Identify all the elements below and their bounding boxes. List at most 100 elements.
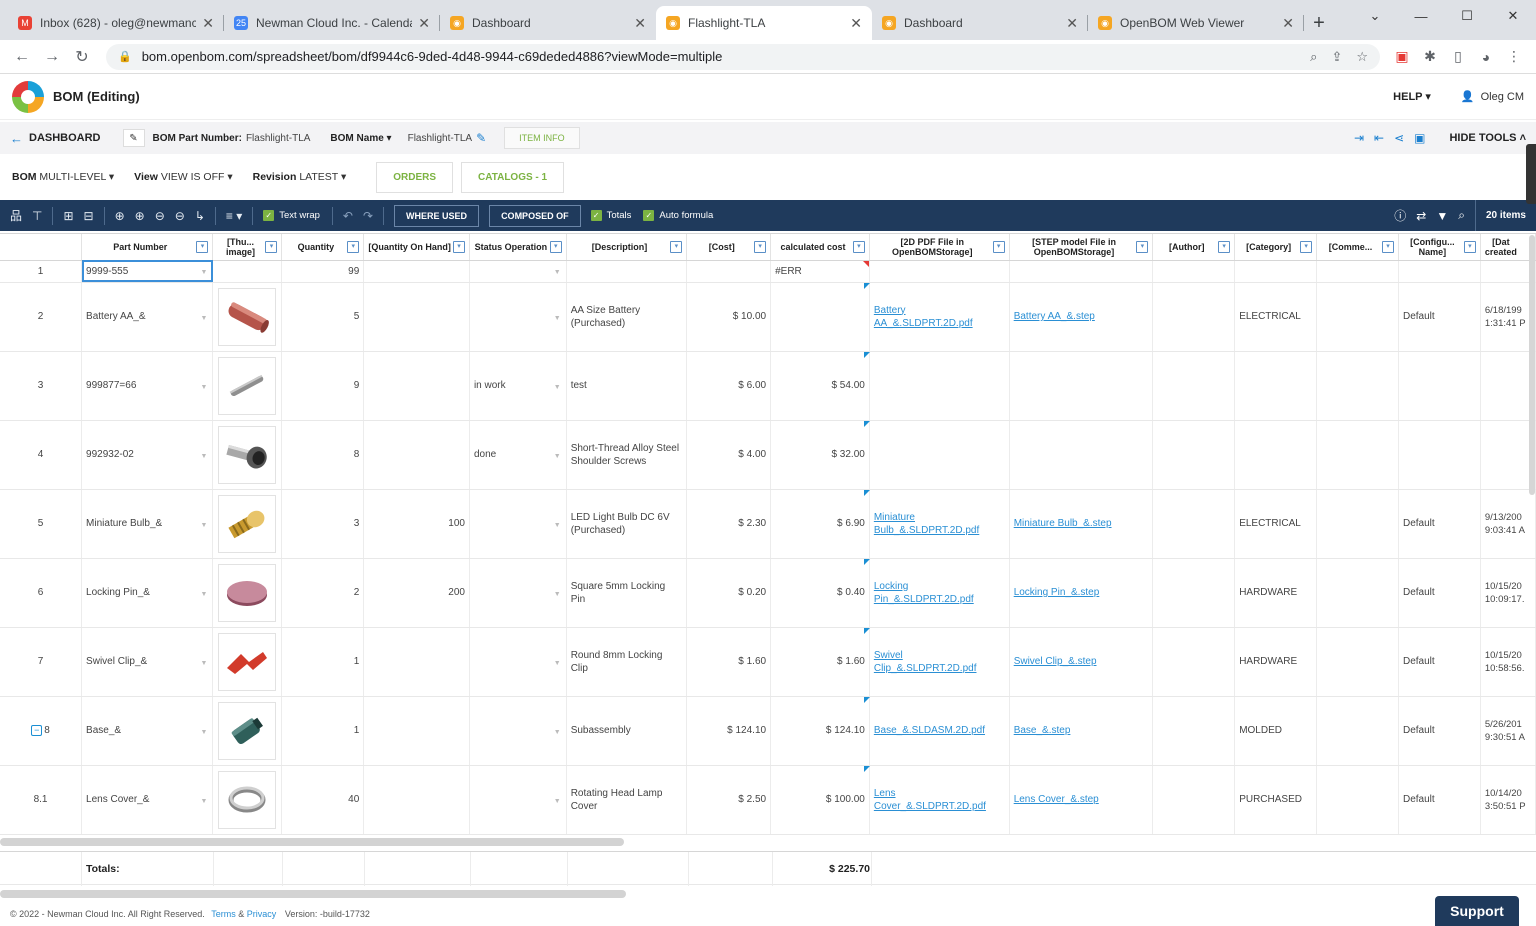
step-file-link[interactable]: Miniature Bulb_&.step xyxy=(1009,489,1154,559)
row-index-cell[interactable]: −8 xyxy=(0,696,83,766)
category-cell[interactable]: HARDWARE xyxy=(1234,558,1318,628)
pdf-file-link[interactable]: Miniature Bulb_&.SLDPRT.2D.pdf xyxy=(863,489,1010,559)
tab-search-icon[interactable]: ⌄ xyxy=(1352,4,1398,28)
dashboard-link[interactable]: DASHBOARD xyxy=(29,132,101,144)
thumbnail-cell[interactable] xyxy=(212,420,283,490)
composed-of-button[interactable]: COMPOSED OF xyxy=(489,204,581,227)
pdf-file-link[interactable]: Swivel Clip_&.SLDPRT.2D.pdf xyxy=(863,627,1010,697)
table-row[interactable]: 3 999877=66 ▼ 9 in work ▼ test $ 6.00 $ 54.00 xyxy=(0,351,1536,421)
description-cell[interactable]: Round 8mm Locking Clip xyxy=(566,627,688,697)
share-icon[interactable]: ⋖ xyxy=(1394,131,1404,145)
comments-cell[interactable] xyxy=(1316,420,1399,490)
column-header[interactable]: [2D PDF File in OpenBOMStorage] ▾ xyxy=(869,234,1010,261)
step-file-link[interactable]: Locking Pin_&.step xyxy=(1009,558,1154,628)
dropdown-arrow-icon[interactable]: ▼ xyxy=(201,381,208,394)
dropdown-arrow-icon[interactable]: ▼ xyxy=(554,450,561,463)
quantity-cell[interactable]: 2 xyxy=(281,558,365,628)
dropdown-arrow-icon[interactable]: ▼ xyxy=(554,266,561,279)
quantity-cell[interactable]: 9 xyxy=(281,351,365,421)
column-filter-icon[interactable]: ▾ xyxy=(265,241,278,253)
category-cell[interactable]: ELECTRICAL xyxy=(1234,489,1318,559)
category-cell[interactable]: PURCHASED xyxy=(1234,765,1318,835)
auto-formula-checkbox[interactable]: ✓ Auto formula xyxy=(643,210,713,221)
column-filter-icon[interactable]: ▾ xyxy=(196,241,209,253)
column-header[interactable]: [Configu... Name] ▾ xyxy=(1398,234,1481,261)
cost-cell[interactable] xyxy=(686,260,772,283)
configuration-cell[interactable] xyxy=(1398,420,1481,490)
category-cell[interactable] xyxy=(1234,351,1318,421)
column-header[interactable]: [Author] ▾ xyxy=(1152,234,1236,261)
dropdown-arrow-icon[interactable]: ▼ xyxy=(201,266,208,279)
description-cell[interactable]: test xyxy=(566,351,688,421)
author-cell[interactable] xyxy=(1152,696,1236,766)
part-number-cell[interactable]: Locking Pin_& ▼ xyxy=(81,558,214,628)
tab-close-icon[interactable]: ✕ xyxy=(1282,15,1294,32)
cost-cell[interactable]: $ 10.00 xyxy=(686,282,772,352)
redo-icon[interactable]: ↷ xyxy=(363,209,373,223)
dropdown-arrow-icon[interactable]: ▼ xyxy=(201,450,208,463)
table-row[interactable]: 5 Miniature Bulb_& ▼ 3 100 ▼ LED Light Bulb DC… xyxy=(0,489,1536,559)
tab-close-icon[interactable]: ✕ xyxy=(850,15,862,32)
step-file-link[interactable]: Base_&.step xyxy=(1009,696,1154,766)
url-input[interactable]: 🔒 bom.openbom.com/spreadsheet/bom/df9944… xyxy=(106,43,1380,70)
cost-cell[interactable]: $ 6.00 xyxy=(686,351,772,421)
status-cell[interactable]: ▼ xyxy=(469,282,567,352)
column-header[interactable]: Status Operation ▾ xyxy=(469,234,567,261)
configuration-cell[interactable] xyxy=(1398,260,1481,283)
cost-cell[interactable]: $ 1.60 xyxy=(686,627,772,697)
tab-close-icon[interactable]: ✕ xyxy=(202,15,214,32)
part-thumbnail-image[interactable] xyxy=(218,632,277,691)
step-file-link[interactable]: Swivel Clip_&.step xyxy=(1009,627,1154,697)
dropdown-arrow-icon[interactable]: ▼ xyxy=(201,726,208,739)
status-cell[interactable]: ▼ xyxy=(469,489,567,559)
filter-icon[interactable]: ▼ xyxy=(1436,209,1448,223)
column-filter-icon[interactable]: ▾ xyxy=(1381,241,1394,253)
share-icon[interactable]: ⇪ xyxy=(1331,49,1342,65)
quantity-on-hand-cell[interactable]: 200 xyxy=(363,558,470,628)
privacy-link[interactable]: Privacy xyxy=(247,909,277,919)
revision-dropdown[interactable]: Revision LATEST ▾ xyxy=(253,171,347,183)
dropdown-arrow-icon[interactable]: ▼ xyxy=(201,657,208,670)
column-filter-icon[interactable]: ▾ xyxy=(549,241,562,253)
new-tab-button[interactable]: + xyxy=(1304,6,1334,40)
tree-view-icon[interactable]: 品 xyxy=(10,207,22,224)
info-icon[interactable]: ⓘ xyxy=(1394,207,1406,224)
step-file-link[interactable]: Lens Cover_&.step xyxy=(1009,765,1154,835)
column-filter-icon[interactable]: ▾ xyxy=(670,241,683,253)
part-number-cell[interactable]: Swivel Clip_& ▼ xyxy=(81,627,214,697)
quantity-on-hand-cell[interactable] xyxy=(363,351,470,421)
column-header[interactable]: [Category] ▾ xyxy=(1234,234,1318,261)
browser-tab[interactable]: ◉ Dashboard ✕ xyxy=(872,6,1088,40)
quantity-cell[interactable]: 8 xyxy=(281,420,365,490)
tab-close-icon[interactable]: ✕ xyxy=(1066,15,1078,32)
thumbnail-cell[interactable] xyxy=(212,351,283,421)
table-row[interactable]: −8 Base_& ▼ 1 ▼ Subassembly $ 124.10 $ 124.10 Ba… xyxy=(0,696,1536,766)
pdf-file-link[interactable] xyxy=(863,351,1010,421)
pdf-file-link[interactable] xyxy=(863,420,1010,490)
pdf-file-link[interactable]: Locking Pin_&.SLDPRT.2D.pdf xyxy=(863,558,1010,628)
comments-cell[interactable] xyxy=(1316,765,1399,835)
description-cell[interactable]: AA Size Battery (Purchased) xyxy=(566,282,688,352)
dropdown-arrow-icon[interactable]: ▼ xyxy=(201,519,208,532)
save-icon[interactable]: ▣ xyxy=(1414,131,1425,145)
maximize-icon[interactable]: ☐ xyxy=(1444,4,1490,28)
quantity-on-hand-cell[interactable] xyxy=(363,282,470,352)
import-icon[interactable]: ⇥ xyxy=(1354,131,1364,145)
pdf-file-link[interactable] xyxy=(869,260,1010,283)
browser-tab[interactable]: 25 Newman Cloud Inc. - Calendar - ✕ xyxy=(224,6,440,40)
thumbnail-cell[interactable] xyxy=(212,489,283,559)
horizontal-scrollbar-bottom[interactable] xyxy=(0,890,626,898)
step-file-link[interactable] xyxy=(1009,260,1154,283)
quantity-cell[interactable]: 1 xyxy=(281,696,365,766)
status-cell[interactable]: in work ▼ xyxy=(469,351,567,421)
tab-close-icon[interactable]: ✕ xyxy=(418,15,430,32)
configuration-cell[interactable] xyxy=(1398,351,1481,421)
description-cell[interactable] xyxy=(566,260,688,283)
status-cell[interactable]: ▼ xyxy=(469,696,567,766)
dropdown-arrow-icon[interactable]: ▼ xyxy=(554,588,561,601)
author-cell[interactable] xyxy=(1152,627,1236,697)
column-header[interactable]: [Cost] ▾ xyxy=(686,234,772,261)
description-cell[interactable]: Rotating Head Lamp Cover xyxy=(566,765,688,835)
add-column-icon[interactable]: ⊞ xyxy=(63,209,73,223)
table-row[interactable]: 8.1 Lens Cover_& ▼ 40 ▼ Rotating Head Lamp Co… xyxy=(0,765,1536,835)
